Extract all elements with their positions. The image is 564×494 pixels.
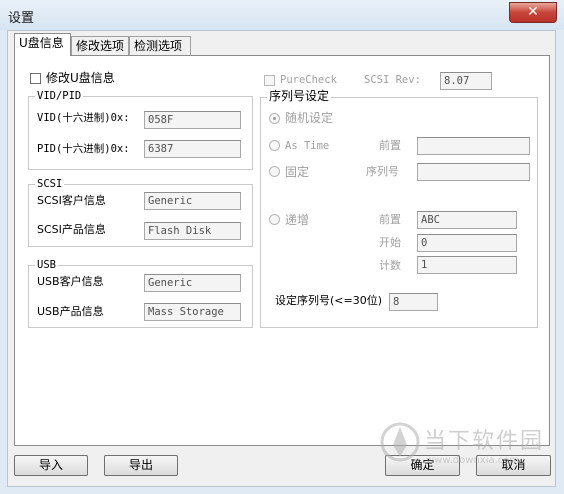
random-radio[interactable]: [269, 113, 280, 124]
fixed-radio[interactable]: [269, 166, 280, 177]
inc-start-label: 开始: [379, 236, 401, 249]
window-title: 设置: [8, 11, 35, 26]
title-bar: [0, 0, 564, 30]
vid-label: VID(十六进制)0x:: [37, 112, 130, 124]
tab-modify-options[interactable]: 修改选项: [71, 36, 129, 55]
scsi-rev-label: SCSI Rev:: [364, 74, 421, 86]
inc-start-input[interactable]: 0: [417, 234, 517, 252]
tab-check-options[interactable]: 检测选项: [129, 36, 191, 55]
tab-label: 修改选项: [76, 39, 125, 53]
usb-vendor-label: USB客户信息: [37, 275, 104, 288]
astime-radio[interactable]: [269, 140, 280, 151]
random-label: 随机设定: [285, 111, 334, 125]
cancel-button[interactable]: 取消: [476, 455, 551, 476]
serial-length-input[interactable]: 8: [389, 293, 438, 311]
fixed-label: 固定: [285, 165, 310, 179]
inc-count-label: 计数: [379, 259, 401, 272]
close-icon: ✕: [527, 4, 539, 20]
usb-vendor-input[interactable]: Generic: [144, 274, 241, 292]
scsi-product-input[interactable]: Flash Disk: [144, 222, 241, 240]
fixed-serial-label: 序列号: [366, 165, 399, 178]
tab-label: 检测选项: [134, 39, 183, 53]
pid-label: PID(十六进制)0x:: [37, 143, 130, 155]
modify-usb-info-checkbox[interactable]: [30, 73, 41, 84]
scsi-rev-input[interactable]: 8.07: [440, 72, 492, 90]
vidpid-group-label: VID/PID: [35, 90, 84, 103]
astime-label: As Time: [285, 140, 330, 152]
ok-button[interactable]: 确定: [385, 455, 460, 476]
serial-group-label: 序列号设定: [267, 89, 332, 103]
inc-prefix-input[interactable]: ABC: [417, 211, 517, 229]
increment-radio[interactable]: [269, 214, 280, 225]
vid-input[interactable]: 058F: [144, 111, 241, 129]
vidpid-group: [28, 96, 253, 170]
astime-prefix-label: 前置: [379, 139, 401, 152]
export-button[interactable]: 导出: [104, 455, 178, 476]
modify-usb-info-label: 修改U盘信息: [46, 71, 115, 85]
purecheck-label: PureCheck: [280, 74, 337, 86]
scsi-group-label: SCSI: [35, 178, 65, 191]
scsi-product-label: SCSI产品信息: [37, 223, 106, 236]
usb-group-label: USB: [35, 259, 58, 272]
scsi-vendor-label: SCSI客户信息: [37, 194, 106, 207]
tab-panel: 修改U盘信息 VID/PID VID(十六进制)0x: 058F PID(十六进…: [14, 55, 550, 446]
purecheck-checkbox[interactable]: [264, 75, 275, 86]
usb-product-input[interactable]: Mass Storage: [144, 303, 241, 321]
inc-count-input[interactable]: 1: [417, 256, 517, 274]
serial-length-label: 设定序列号(<=30位): [275, 294, 383, 307]
tab-label: U盘信息: [19, 36, 64, 50]
astime-prefix-input[interactable]: [417, 137, 530, 155]
increment-label: 递增: [285, 213, 310, 227]
pid-input[interactable]: 6387: [144, 140, 241, 158]
close-button[interactable]: ✕: [509, 2, 557, 23]
scsi-vendor-input[interactable]: Generic: [144, 192, 241, 210]
inc-prefix-label: 前置: [379, 213, 401, 226]
usb-product-label: USB产品信息: [37, 305, 104, 318]
tab-usb-info[interactable]: U盘信息: [14, 33, 71, 56]
fixed-serial-input[interactable]: [417, 163, 530, 181]
import-button[interactable]: 导入: [14, 455, 88, 476]
